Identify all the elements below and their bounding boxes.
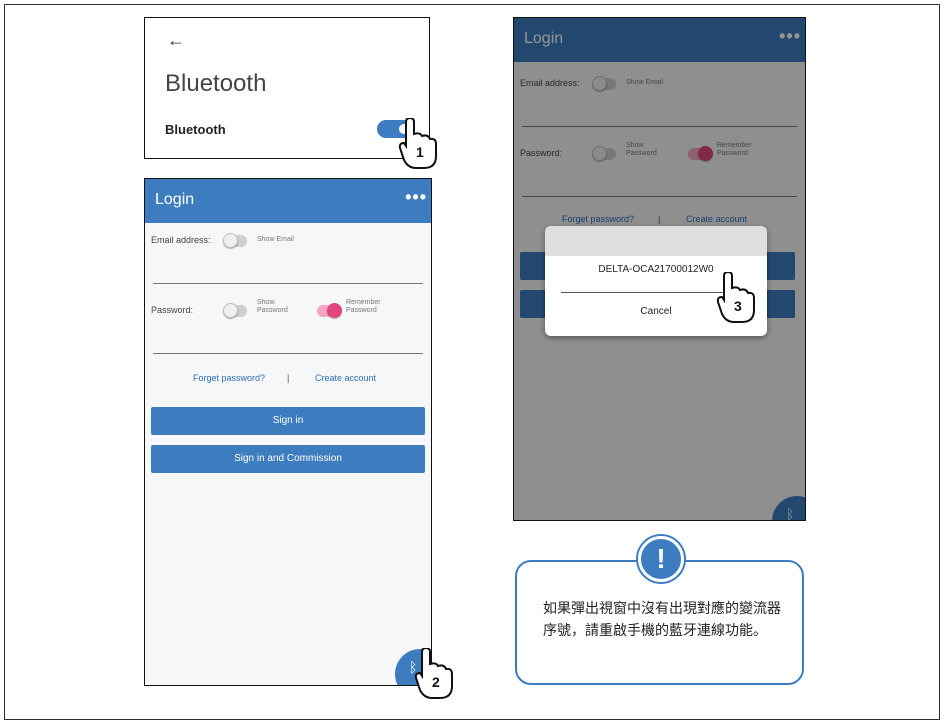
show-password-label-1: Show [257,299,275,306]
step-number: 3 [734,298,742,314]
step-number: 2 [432,674,440,690]
remember-password-toggle[interactable] [317,303,342,318]
bluetooth-settings-panel: ← Bluetooth Bluetooth [144,17,430,159]
email-label: Email address: [151,235,211,245]
notice-text: 如果彈出視窗中沒有出現對應的變流器序號，請重啟手機的藍牙連線功能。 [543,601,781,639]
sign-in-button[interactable]: Sign in [151,407,425,435]
login-screen: Login ••• Email address: Show Email Pass… [144,178,432,686]
tap-hand-icon: 3 [716,272,760,324]
link-separator: | [287,373,290,383]
remember-label-1: Remember [346,299,381,306]
password-label: Password: [151,305,194,315]
bluetooth-row-label: Bluetooth [165,122,226,137]
popup-header [545,226,767,256]
step-number: 1 [416,144,424,160]
app-bar-title: Login [155,191,195,208]
remember-label-2: Password [346,307,377,314]
app-bar: Login ••• [145,179,431,223]
password-field[interactable] [153,353,423,354]
show-password-toggle[interactable] [223,303,247,318]
more-menu-icon[interactable]: ••• [405,187,427,208]
forget-password-link[interactable]: Forget password? [193,373,265,383]
sign-in-commission-button[interactable]: Sign in and Commission [151,445,425,473]
bluetooth-title: Bluetooth [165,70,267,97]
tap-hand-icon: 1 [398,118,442,170]
tap-hand-icon: 2 [414,648,458,700]
back-arrow-icon[interactable]: ← [167,30,185,51]
exclamation-icon: ! [638,536,684,582]
show-password-label-2: Password [257,307,288,314]
create-account-link[interactable]: Create account [315,373,376,383]
show-email-label: Show Email [257,236,294,243]
show-email-toggle[interactable] [223,233,247,248]
email-field[interactable] [153,283,423,284]
